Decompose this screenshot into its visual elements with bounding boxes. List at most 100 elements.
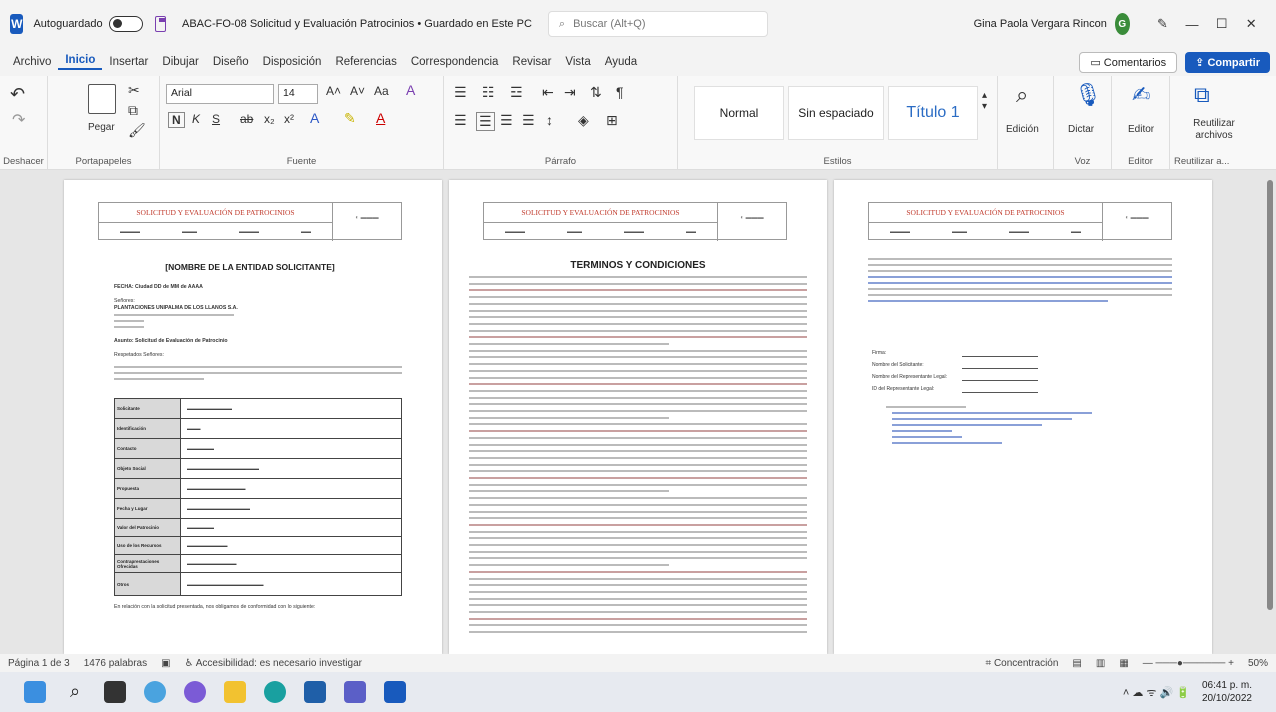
paste-label[interactable]: Pegar (88, 122, 115, 133)
underline-icon[interactable]: S (212, 112, 220, 126)
table-value[interactable]: ▬▬▬▬▬▬▬▬▬▬▬▬▬▬ (185, 499, 401, 518)
style-normal[interactable]: Normal (694, 86, 784, 140)
print-layout-icon[interactable]: ▥ (1096, 658, 1105, 669)
menu-revisar[interactable]: Revisar (505, 56, 558, 68)
page-count[interactable]: Página 1 de 3 (8, 658, 70, 669)
comments-button[interactable]: ▭ Comentarios (1079, 51, 1178, 73)
menu-dibujar[interactable]: Dibujar (155, 56, 205, 68)
undo-icon[interactable]: ↶ (10, 84, 25, 105)
strikethrough-icon[interactable]: ab (240, 112, 253, 126)
shading-icon[interactable]: ◈ (578, 112, 589, 129)
table-value[interactable]: ▬▬▬▬▬▬▬▬▬▬▬▬▬▬▬▬▬ (185, 573, 401, 595)
page-1[interactable]: SOLICITUD Y EVALUACIÓN DE PATROCINIOS ▬▬… (64, 180, 442, 654)
menu-vista[interactable]: Vista (558, 56, 597, 68)
edge-icon[interactable] (144, 681, 166, 703)
word-icon[interactable]: W (10, 14, 24, 34)
menu-archivo[interactable]: Archivo (6, 56, 58, 68)
numbering-icon[interactable]: ☷ (482, 84, 495, 101)
vertical-scrollbar[interactable] (1264, 170, 1276, 654)
microphone-icon[interactable]: 🎙 (1074, 82, 1102, 108)
word-count[interactable]: 1476 palabras (84, 658, 147, 669)
table-value[interactable]: ▬▬▬▬▬▬ (185, 439, 401, 458)
bullets-icon[interactable]: ☰ (454, 84, 467, 101)
multilevel-icon[interactable]: ☲ (510, 84, 523, 101)
find-icon[interactable]: ⌕ (1016, 82, 1028, 108)
signature-line[interactable] (962, 356, 1038, 357)
italic-icon[interactable]: K (192, 112, 200, 126)
table-value[interactable]: ▬▬▬▬▬▬▬▬▬▬ (185, 399, 401, 418)
pen-icon[interactable]: ✎ (1148, 16, 1178, 32)
font-color-icon[interactable]: A (376, 110, 385, 126)
styles-scroll-icon[interactable]: ▴ ▾ (982, 90, 987, 112)
signature-line[interactable] (962, 380, 1038, 381)
menu-disposicion[interactable]: Disposición (256, 56, 329, 68)
clear-format-icon[interactable]: A (406, 82, 415, 98)
menu-correspondencia[interactable]: Correspondencia (404, 56, 506, 68)
user-name[interactable]: Gina Paola Vergara Rincon (974, 18, 1107, 30)
page-3[interactable]: SOLICITUD Y EVALUACIÓN DE PATROCINIOS ▬▬… (834, 180, 1212, 654)
web-layout-icon[interactable]: ▦ (1119, 658, 1128, 669)
change-case-icon[interactable]: Aa (374, 84, 389, 98)
format-painter-icon[interactable]: 🖌 (128, 122, 146, 139)
font-size-select[interactable]: 14 (278, 84, 318, 104)
reuse-files-icon[interactable]: ⧉ (1194, 82, 1210, 108)
menu-ayuda[interactable]: Ayuda (598, 56, 644, 68)
search-input[interactable]: Buscar (Alt+Q) (573, 18, 645, 30)
signature-line[interactable] (962, 368, 1038, 369)
grow-font-icon[interactable]: A˄ (326, 84, 341, 98)
editor-icon[interactable]: ✍ (1132, 82, 1150, 108)
table-value[interactable]: ▬▬▬▬▬▬▬▬▬▬▬▬▬▬▬▬ (185, 459, 401, 478)
table-value[interactable]: ▬▬▬▬▬▬▬▬▬▬▬ (185, 555, 401, 572)
menu-inicio[interactable]: Inicio (58, 54, 103, 70)
redo-icon[interactable]: ↷ (12, 110, 25, 130)
task-view-icon[interactable] (104, 681, 126, 703)
subscript-icon[interactable]: x₂ (264, 112, 275, 126)
search-icon[interactable]: ⌕ (64, 681, 86, 703)
decrease-indent-icon[interactable]: ⇤ (542, 84, 554, 101)
line-spacing-icon[interactable]: ↕ (546, 112, 553, 128)
word-taskbar-icon[interactable] (384, 681, 406, 703)
focus-mode[interactable]: ⌗ Concentración (986, 658, 1059, 669)
page-2[interactable]: SOLICITUD Y EVALUACIÓN DE PATROCINIOS ▬▬… (449, 180, 827, 654)
text-effects-icon[interactable]: A (310, 110, 319, 126)
editor-label[interactable]: Editor (1128, 124, 1154, 135)
share-button[interactable]: ⇪ Compartir (1185, 51, 1270, 73)
style-no-spacing[interactable]: Sin espaciado (788, 86, 884, 140)
search-box[interactable]: ⌕ Buscar (Alt+Q) (547, 11, 768, 37)
maximize-icon[interactable]: ☐ (1207, 16, 1237, 32)
outlook-icon[interactable] (304, 681, 326, 703)
bold-icon[interactable]: N (168, 112, 185, 128)
table-value[interactable]: ▬▬▬▬▬▬▬▬▬ (185, 537, 401, 554)
menu-referencias[interactable]: Referencias (328, 56, 403, 68)
teams-icon[interactable] (344, 681, 366, 703)
sort-icon[interactable]: ⇅ (590, 84, 602, 101)
zoom-level[interactable]: 50% (1248, 658, 1268, 669)
zoom-slider[interactable]: — ───●────── + (1143, 658, 1234, 669)
proofing-icon[interactable]: ▣ (161, 658, 170, 669)
pilcrow-icon[interactable]: ¶ (616, 84, 624, 100)
copy-icon[interactable]: ⧉ (128, 102, 138, 119)
justify-icon[interactable]: ☰ (522, 112, 535, 129)
scroll-thumb[interactable] (1267, 180, 1273, 610)
chat-icon[interactable] (184, 681, 206, 703)
signature-line[interactable] (962, 392, 1038, 393)
accessibility-status[interactable]: ♿ Accesibilidad: es necesario investigar (185, 658, 362, 669)
chrome-icon[interactable] (264, 681, 286, 703)
highlight-icon[interactable]: ✎ (344, 110, 356, 127)
align-right-icon[interactable]: ☰ (500, 112, 513, 129)
windows-start-icon[interactable] (24, 681, 46, 703)
read-mode-icon[interactable]: ▤ (1072, 658, 1081, 669)
tray-icons[interactable]: ˄ ☁ ᯤ 🔊 🔋 (1123, 685, 1190, 700)
paste-icon[interactable] (88, 84, 116, 114)
cut-icon[interactable]: ✂ (128, 82, 140, 99)
borders-icon[interactable]: ⊞ (606, 112, 618, 129)
superscript-icon[interactable]: x² (284, 112, 294, 126)
font-name-select[interactable]: Arial (166, 84, 274, 104)
edit-label[interactable]: Edición (1006, 124, 1039, 135)
menu-diseno[interactable]: Diseño (206, 56, 256, 68)
shrink-font-icon[interactable]: A˅ (350, 84, 365, 98)
table-value[interactable]: ▬▬▬▬▬▬▬▬▬▬▬▬▬ (185, 479, 401, 498)
close-icon[interactable]: ✕ (1236, 16, 1266, 32)
increase-indent-icon[interactable]: ⇥ (564, 84, 576, 101)
table-value[interactable]: ▬▬▬ (185, 419, 401, 438)
